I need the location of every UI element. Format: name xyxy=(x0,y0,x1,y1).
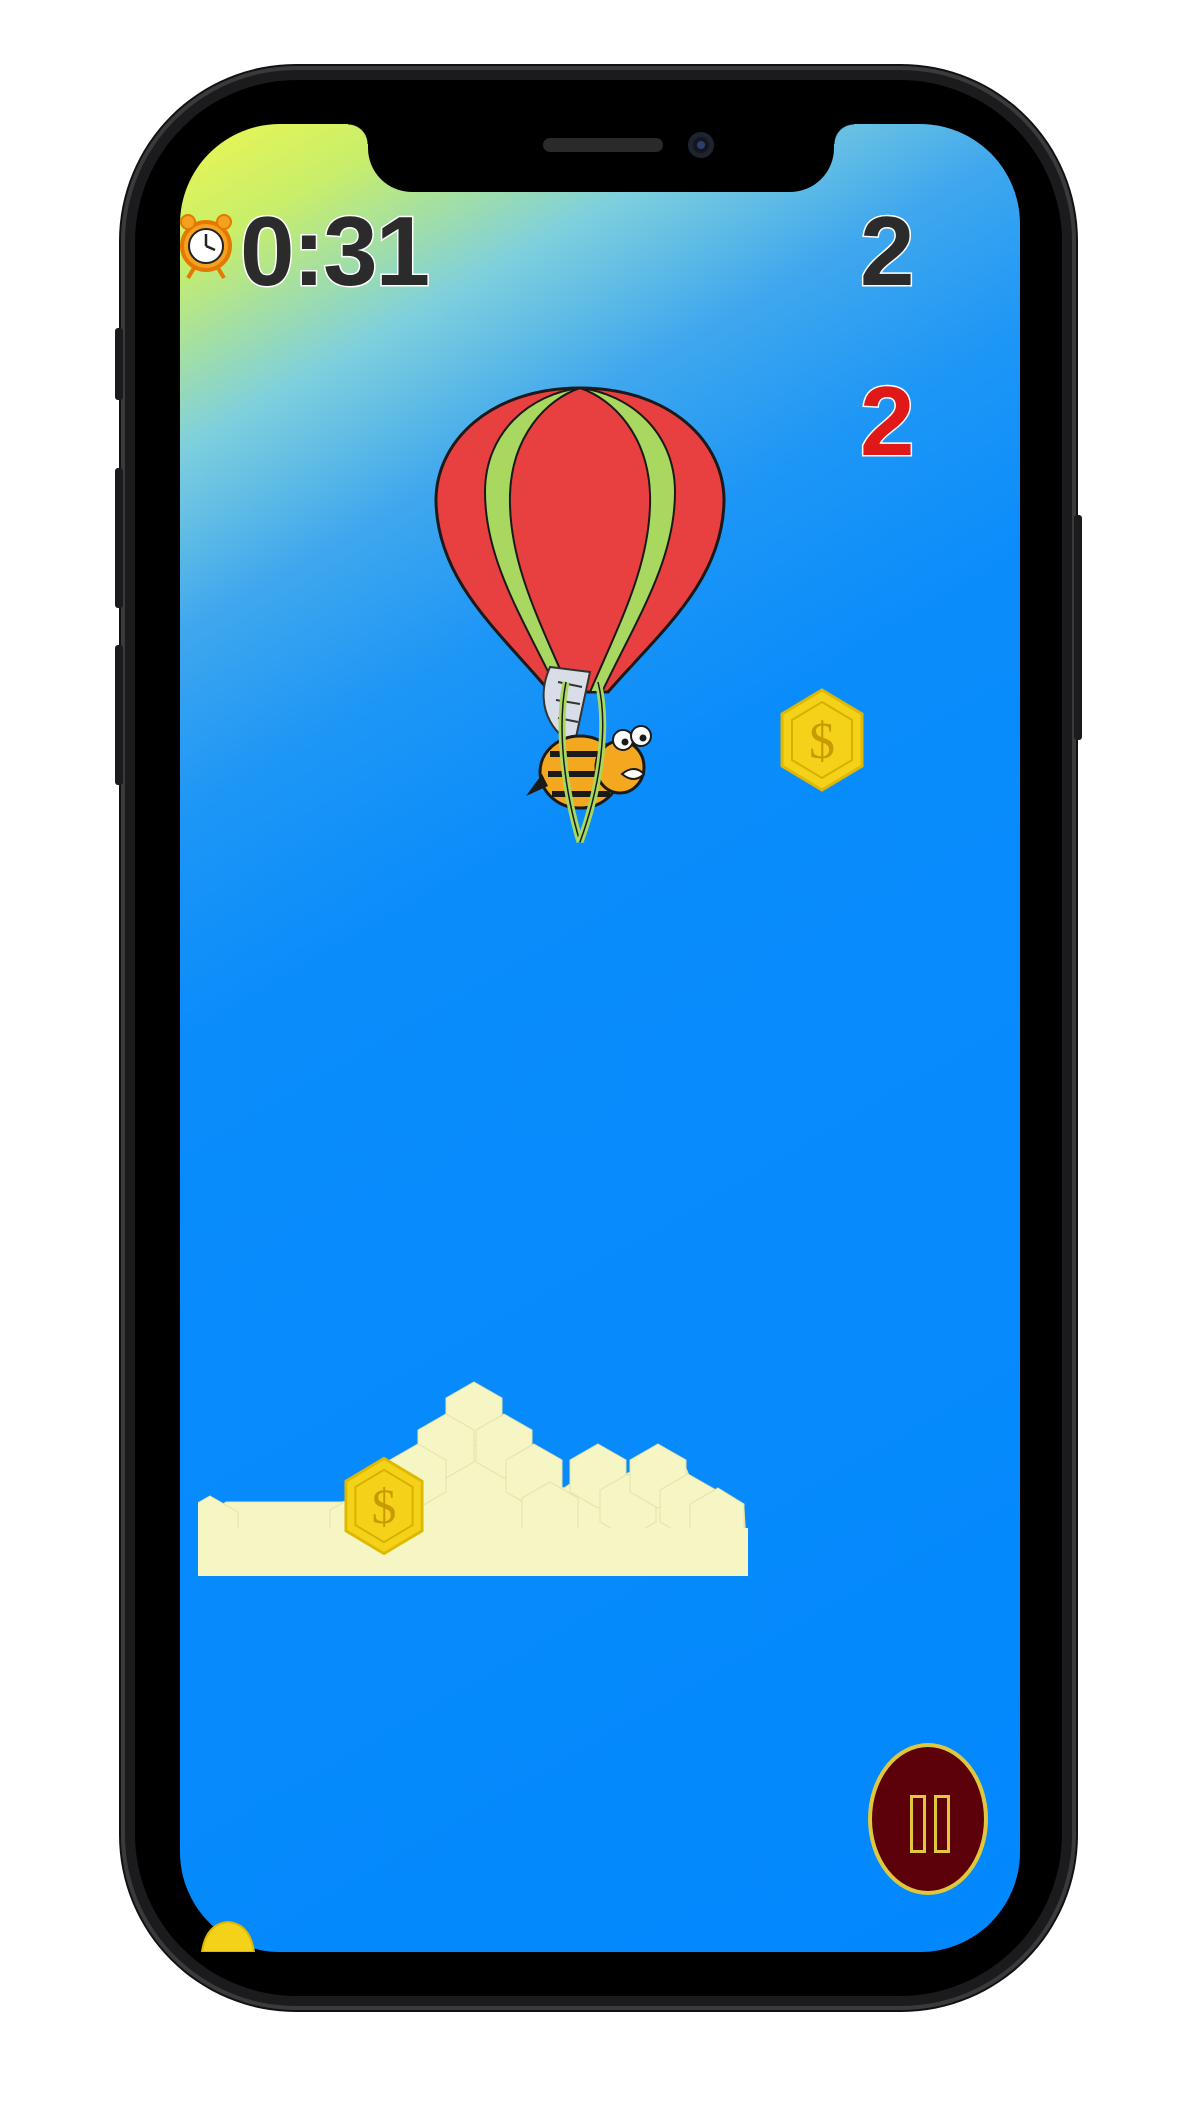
hot-air-balloon xyxy=(434,386,726,844)
notch xyxy=(348,124,854,192)
coin-bottom-edge xyxy=(200,1920,256,1952)
alarm-clock-icon xyxy=(180,214,232,280)
front-camera xyxy=(688,132,714,158)
lives-display: 2 xyxy=(859,365,916,478)
volume-down-button xyxy=(115,645,123,785)
pause-button[interactable] xyxy=(868,1743,988,1895)
timer-display: 0:31 xyxy=(238,195,431,308)
power-button xyxy=(1074,515,1082,740)
hexagon-cloud xyxy=(198,1381,748,1576)
speaker-grille xyxy=(543,138,663,152)
svg-text:$: $ xyxy=(809,713,835,770)
volume-up-button xyxy=(115,468,123,608)
svg-text:$: $ xyxy=(372,1479,397,1534)
silent-switch xyxy=(115,328,123,400)
balloon-envelope xyxy=(434,386,726,694)
coin-in-cloud: $ xyxy=(344,1456,424,1556)
score-display: 2 xyxy=(859,195,916,308)
coin-upper: $ xyxy=(780,688,864,792)
